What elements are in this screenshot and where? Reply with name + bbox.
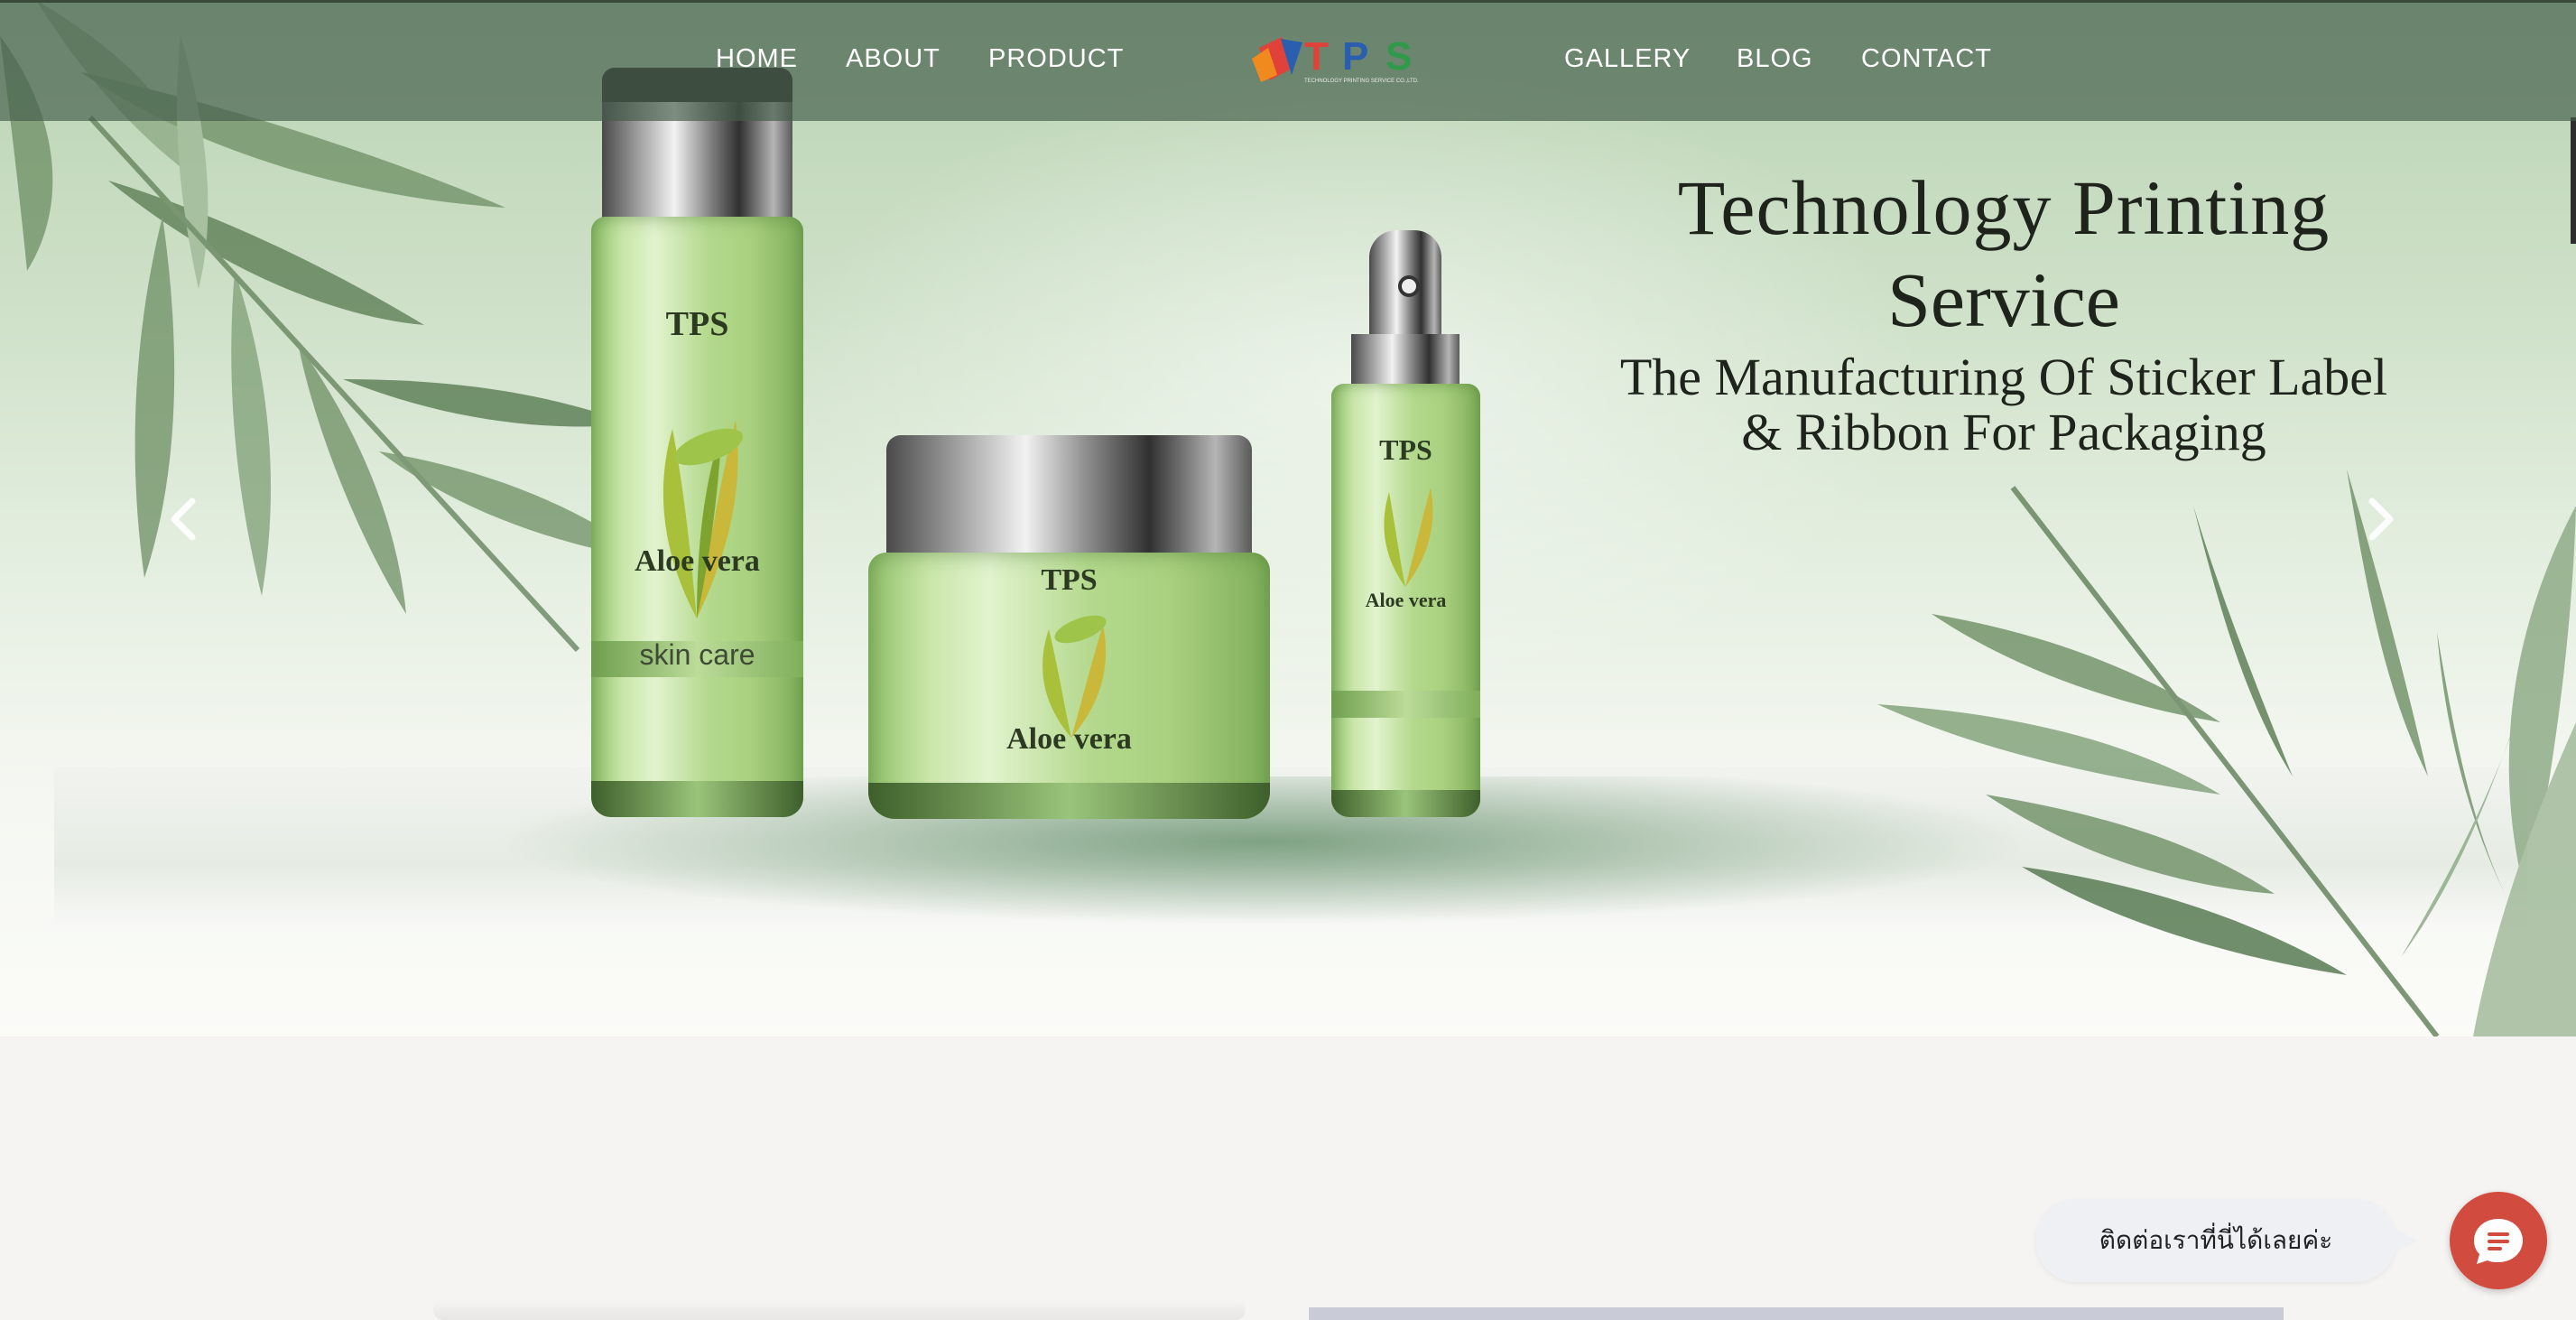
aloe-plant-icon [663,420,743,618]
nav-about[interactable]: ABOUT [846,39,941,79]
carousel-prev-button[interactable] [158,492,212,546]
hero-title-line1: Technology Printing [1677,164,2330,251]
jar-name: Aloe vera [1006,722,1132,756]
nav-gallery[interactable]: GALLERY [1564,39,1691,79]
chat-icon [2474,1219,2523,1264]
chat-prompt-text: ติดต่อเราที่นี่ได้เลยค่ะ [2099,1226,2333,1254]
top-navbar: HOME ABOUT PRODUCT T P S TECHNOLOGY PRIN… [0,0,2576,121]
carousel-next-button[interactable] [2352,492,2406,546]
spray-brand: TPS [1379,433,1432,466]
aloe-plant-icon [1384,488,1433,587]
svg-text:S: S [1385,34,1412,79]
jar-brand: TPS [1041,563,1098,597]
svg-text:T: T [1304,34,1334,79]
nav-home[interactable]: HOME [716,39,798,79]
hero-title-line2: Service [1887,256,2120,343]
chevron-left-icon [171,497,196,541]
tall-bottle-brand: TPS [665,305,729,343]
hero-subtitle-line1: The Manufacturing Of Sticker Label [1619,348,2388,406]
tps-logo[interactable]: T P S TECHNOLOGY PRINTING SERVICE CO.,LT… [1250,30,1435,86]
hero-banner: TPS Aloe vera skin care TPS Aloe vera TP… [0,0,2576,1036]
product-spray-bottle: TPS Aloe vera [1331,230,1480,817]
bamboo-leaves-decoration [0,0,2576,1036]
chat-button[interactable] [2450,1192,2547,1289]
nav-blog[interactable]: BLOG [1737,39,1813,79]
chat-prompt-bubble[interactable]: ติดต่อเราที่นี่ได้เลยค่ะ [2035,1199,2418,1282]
nav-contact[interactable]: CONTACT [1861,39,1992,79]
tall-bottle-band: skin care [639,638,755,671]
product-jar: TPS Aloe vera [868,435,1270,819]
content-card-shadow [433,1300,1246,1320]
svg-text:P: P [1342,34,1368,79]
nav-product[interactable]: PRODUCT [988,39,1124,79]
svg-text:TECHNOLOGY PRINTING SERVICE CO: TECHNOLOGY PRINTING SERVICE CO.,LTD. [1304,79,1419,84]
product-tall-bottle: TPS Aloe vera skin care [591,68,803,817]
chevron-right-icon [2368,497,2394,541]
page-edge-marker [2571,117,2576,244]
tall-bottle-name: Aloe vera [635,544,760,578]
hero-subtitle-line2: & Ribbon For Packaging [1741,403,2266,461]
content-image-preview [1309,1307,2284,1320]
spray-name: Aloe vera [1365,589,1447,611]
